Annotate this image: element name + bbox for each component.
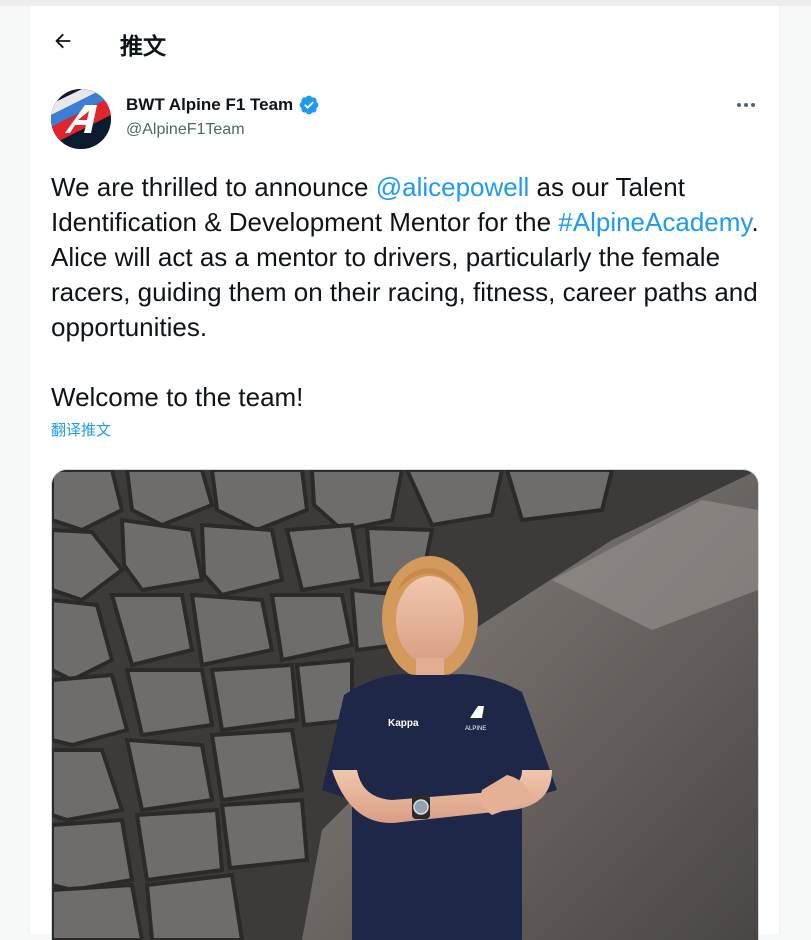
tweet-column: 推文 BWT Alpine F1 Team @AlpineF1Team We a…	[29, 6, 780, 940]
more-button[interactable]	[730, 94, 762, 116]
more-horizontal-icon	[737, 103, 755, 107]
page-title: 推文	[120, 33, 166, 59]
page-header: 推文	[30, 6, 779, 74]
author-avatar[interactable]	[51, 89, 111, 149]
author-name-row[interactable]: BWT Alpine F1 Team	[126, 94, 320, 116]
translate-tweet-link[interactable]: 翻译推文	[51, 419, 111, 440]
alpine-logo-avatar	[51, 89, 111, 149]
photo-woman-by-stone-wall: Kappa ALPINE	[52, 470, 758, 940]
tweet-text: We are thrilled to announce @alicepowell…	[51, 170, 761, 415]
tweet-paragraph-2: Welcome to the team!	[51, 382, 304, 412]
face	[396, 576, 464, 664]
mention-link[interactable]: @alicepowell	[376, 172, 530, 202]
alpine-shirt-logo: ALPINE	[465, 726, 486, 732]
arrow-left-icon	[55, 33, 71, 49]
tweet-paragraph-1: We are thrilled to announce @alicepowell…	[51, 170, 761, 345]
back-button[interactable]	[44, 22, 82, 60]
tweet-text-segment: We are thrilled to announce	[51, 172, 376, 202]
tweet-media-photo[interactable]: Kappa ALPINE	[51, 469, 759, 940]
verified-badge-icon	[299, 95, 319, 115]
hashtag-link[interactable]: #AlpineAcademy	[558, 207, 751, 237]
author-handle[interactable]: @AlpineF1Team	[126, 121, 245, 139]
author-display-name[interactable]: BWT Alpine F1 Team	[126, 95, 293, 115]
kappa-logo: Kappa	[388, 718, 419, 729]
